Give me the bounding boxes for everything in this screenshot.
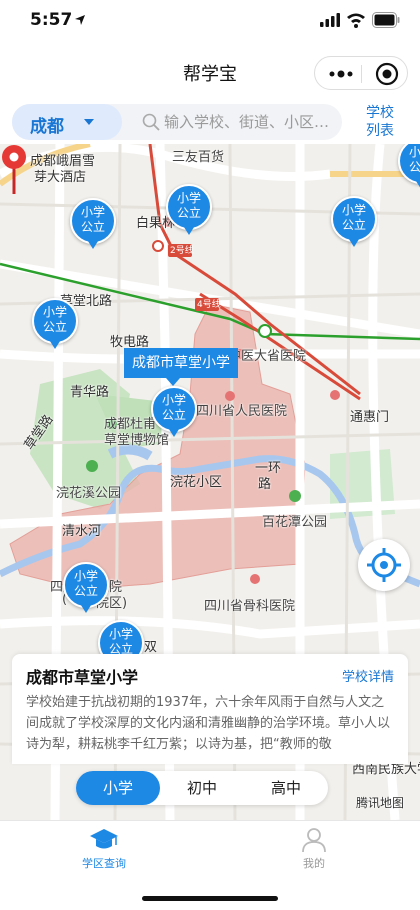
- selected-school-callout[interactable]: 成都市草堂小学: [124, 348, 238, 378]
- school-marker-type: 小学: [73, 569, 98, 583]
- map-label: 四川省人民医院: [196, 404, 288, 419]
- home-indicator: [142, 896, 278, 901]
- map-label: 中医大省医院: [228, 349, 307, 364]
- capsule-divider: [361, 65, 362, 83]
- school-marker-nature: 公立: [42, 320, 67, 334]
- more-dots-icon[interactable]: [327, 66, 355, 82]
- school-list-link-line2: 列表: [366, 123, 394, 139]
- map-label: 清水河: [62, 524, 102, 539]
- school-name: 成都市草堂小学: [26, 668, 139, 687]
- map-label: 浣花溪公园: [56, 486, 122, 501]
- school-info-card[interactable]: 成都市草堂小学 学校详情 学校始建于抗战初期的1937年，六十余年风雨于自然与人…: [12, 654, 408, 764]
- search-row: 成都 学校 列表: [0, 100, 420, 144]
- school-marker-text: 小学公立: [63, 569, 109, 599]
- locate-me-button[interactable]: [358, 539, 410, 591]
- close-target-icon[interactable]: [375, 62, 399, 86]
- location-pin-icon[interactable]: [0, 144, 28, 194]
- tab-district-search[interactable]: 学区查询: [44, 827, 164, 871]
- school-marker-type: 小学: [108, 627, 133, 641]
- map-label: 三友百货: [172, 150, 225, 165]
- school-marker-nature: 公立: [341, 218, 366, 232]
- status-time: 5:57: [30, 10, 73, 30]
- school-marker[interactable]: 小学公立: [70, 198, 116, 252]
- crosshair-icon: [367, 548, 401, 582]
- map-label: 通惠门: [350, 410, 390, 425]
- search-bar: 成都: [12, 104, 342, 140]
- tab-high[interactable]: 高中: [244, 771, 328, 805]
- school-marker[interactable]: 小学公立: [32, 298, 78, 352]
- school-marker-text: 小学公立: [151, 393, 197, 423]
- callout-pointer: [166, 378, 180, 386]
- school-marker-nature: 公立: [176, 206, 201, 220]
- school-marker-tip: [414, 178, 420, 189]
- tab-label: 我的: [303, 857, 325, 870]
- school-marker[interactable]: 小学公立: [331, 196, 377, 250]
- search-icon: [142, 113, 160, 131]
- school-list-link[interactable]: 学校 列表: [354, 104, 406, 140]
- school-level-tabs: 小学 初中 高中: [76, 771, 328, 805]
- school-marker-nature: 公立: [408, 160, 420, 174]
- school-marker-text: 小学公立: [331, 203, 377, 233]
- school-marker[interactable]: 小学公立: [398, 144, 420, 192]
- school-marker-tip: [86, 238, 100, 249]
- school-marker-type: 小学: [176, 191, 201, 205]
- map-label: 青华路: [70, 385, 110, 400]
- nav-bar: 帮学宝: [0, 44, 420, 100]
- tab-primary[interactable]: 小学: [76, 771, 160, 805]
- school-marker-nature: 公立: [73, 584, 98, 598]
- map-label: 浣花小区: [170, 475, 223, 490]
- person-icon: [302, 828, 326, 853]
- mini-program-capsule: [314, 56, 408, 90]
- map-label: 路: [258, 477, 272, 492]
- school-description: 学校始建于抗战初期的1937年，六十余年风雨于自然与人文之间成就了学校深厚的文化…: [26, 695, 391, 752]
- map-label: 四川省骨科医院: [204, 599, 296, 614]
- school-marker-tip: [347, 236, 361, 247]
- school-marker-text: 小学公立: [32, 305, 78, 335]
- map-label: 双: [144, 640, 158, 655]
- school-list-link-line1: 学校: [366, 105, 394, 121]
- map-label: 2号线: [170, 246, 194, 256]
- school-marker-text: 小学公立: [98, 627, 144, 657]
- school-detail-link[interactable]: 学校详情: [342, 666, 394, 685]
- battery-icon: [372, 12, 400, 28]
- school-marker-type: 小学: [80, 205, 105, 219]
- tab-mine[interactable]: 我的: [254, 827, 374, 871]
- school-marker-type: 小学: [42, 305, 67, 319]
- city-label: 成都: [30, 117, 64, 137]
- school-marker-type: 小学: [341, 203, 366, 217]
- school-marker-tip: [167, 426, 181, 437]
- school-marker-tip: [79, 602, 93, 613]
- school-marker-nature: 公立: [80, 220, 105, 234]
- city-selector[interactable]: 成都: [12, 104, 122, 140]
- map-label: 腾讯地图: [356, 796, 405, 810]
- search-input[interactable]: [164, 107, 336, 137]
- tab-middle[interactable]: 初中: [160, 771, 244, 805]
- location-arrow-icon: [75, 15, 85, 25]
- school-marker-selected[interactable]: 小学 公立: [151, 386, 197, 440]
- school-marker-tip: [182, 224, 196, 235]
- school-marker[interactable]: 小学公立: [166, 184, 212, 238]
- school-marker-text: 小学公立: [166, 191, 212, 221]
- school-marker-text: 小学公立: [70, 205, 116, 235]
- signal-icon: [320, 13, 340, 27]
- wifi-icon: [347, 13, 365, 28]
- school-marker[interactable]: 小学公立: [63, 562, 109, 616]
- school-marker-type: 小学: [408, 145, 420, 159]
- school-marker-nature: 公立: [161, 408, 186, 422]
- caret-down-icon: [84, 119, 94, 125]
- school-marker-type: 小学: [161, 393, 186, 407]
- map-label: 百花潭公园: [262, 515, 328, 530]
- tab-label: 学区查询: [82, 857, 126, 870]
- graduation-cap-icon: [90, 829, 118, 849]
- school-marker-text: 小学公立: [398, 145, 420, 175]
- school-marker-tip: [48, 338, 62, 349]
- map-label: 4号线: [197, 300, 221, 310]
- status-bar: 5:57: [0, 0, 420, 44]
- map-label: 芽大酒店: [34, 170, 87, 185]
